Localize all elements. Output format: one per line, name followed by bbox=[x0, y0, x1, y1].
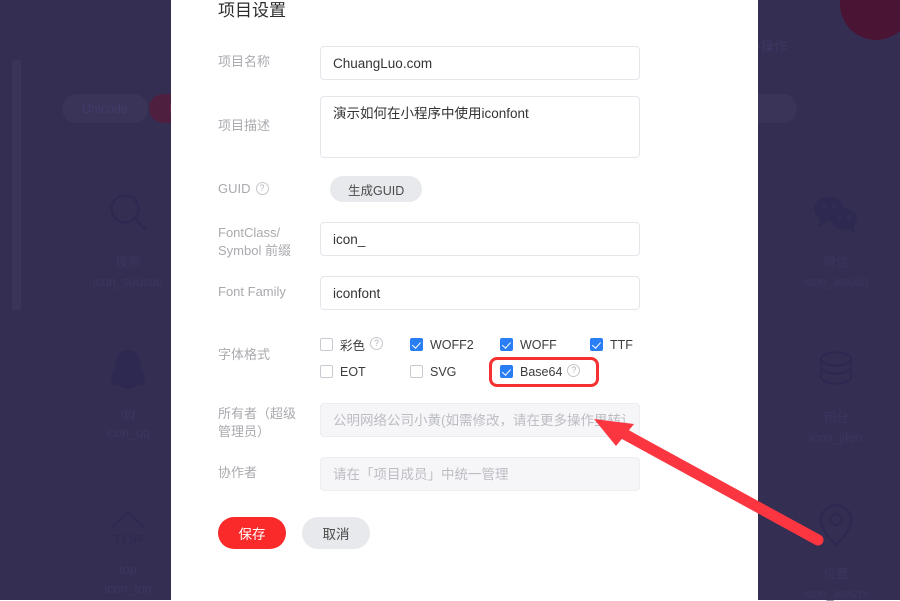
project-settings-form: 项目名称 项目描述 GUID? 生成GUID FontClass/ bbox=[218, 46, 718, 549]
field-row-font-family: Font Family bbox=[218, 276, 718, 310]
font-format-checkbox-grid: 彩色 ? WOFF2 WOFF TTF EOT SVG Base64 ? bbox=[320, 328, 640, 387]
checkbox-caise[interactable]: 彩色 ? bbox=[320, 335, 410, 354]
label-project-name: 项目名称 bbox=[218, 54, 271, 69]
label-project-description: 项目描述 bbox=[218, 118, 271, 133]
icon-label-en: icon_weixin bbox=[803, 275, 869, 289]
dialog-actions: 保存 取消 bbox=[218, 517, 718, 549]
checkbox-base64[interactable]: Base64 ? bbox=[489, 356, 599, 387]
label-owner-line2: 管理员） bbox=[218, 424, 271, 439]
checkbox-label-svg: SVG bbox=[430, 364, 457, 379]
field-row-project-name: 项目名称 bbox=[218, 46, 718, 80]
label-prefix-line1: FontClass/ bbox=[218, 225, 281, 240]
project-settings-dialog: 项目设置 项目名称 项目描述 GUID? 生成GUID bbox=[171, 0, 758, 600]
location-pin-icon bbox=[761, 487, 900, 549]
checkbox-box-ttf[interactable] bbox=[590, 338, 603, 351]
font-format-row-1: 彩色 ? WOFF2 WOFF TTF bbox=[320, 331, 640, 358]
collaborator-input bbox=[320, 457, 640, 491]
checkbox-box-caise[interactable] bbox=[320, 338, 333, 351]
label-guid-text: GUID bbox=[218, 181, 251, 196]
project-description-textarea[interactable] bbox=[320, 96, 640, 158]
checkbox-label-eot: EOT bbox=[340, 364, 366, 379]
label-font-format: 字体格式 bbox=[218, 347, 271, 362]
owner-input bbox=[320, 403, 640, 437]
checkbox-label-caise: 彩色 bbox=[340, 339, 366, 353]
checkbox-ttf[interactable]: TTF bbox=[590, 338, 650, 352]
icon-label-en: icon_weizhi bbox=[803, 587, 869, 601]
checkbox-label-woff: WOFF bbox=[520, 337, 557, 352]
guid-help-icon[interactable]: ? bbox=[255, 182, 269, 196]
checkbox-box-eot[interactable] bbox=[320, 365, 333, 378]
icon-label-cn: 微信 bbox=[823, 255, 849, 269]
prefix-input[interactable] bbox=[320, 222, 640, 256]
checkbox-svg[interactable]: SVG bbox=[410, 365, 500, 379]
label-font-family: Font Family bbox=[218, 284, 286, 299]
generate-guid-button[interactable]: 生成GUID bbox=[330, 176, 423, 202]
font-family-input[interactable] bbox=[320, 276, 640, 310]
label-owner: 所有者（超级 管理员） bbox=[218, 403, 320, 441]
field-row-guid: GUID? 生成GUID bbox=[218, 176, 718, 202]
checkbox-box-base64[interactable] bbox=[500, 365, 513, 378]
checkbox-box-woff[interactable] bbox=[500, 338, 513, 351]
label-prefix-line2: Symbol 前缀 bbox=[218, 243, 291, 258]
dialog-title: 项目设置 bbox=[218, 1, 286, 20]
icon-label-en: icon_jifen bbox=[809, 431, 863, 445]
field-row-collaborator: 协作者 bbox=[218, 457, 718, 491]
caise-help-icon[interactable]: ? bbox=[370, 337, 384, 350]
checkbox-woff2[interactable]: WOFF2 bbox=[410, 338, 500, 352]
label-owner-line1: 所有者（超级 bbox=[218, 406, 297, 421]
save-button[interactable]: 保存 bbox=[218, 517, 286, 549]
field-row-font-format: 字体格式 彩色 ? WOFF2 WOFF TTF EOT SVG Base64 … bbox=[218, 328, 718, 387]
project-name-input[interactable] bbox=[320, 46, 640, 80]
svg-text:TOP: TOP bbox=[113, 532, 144, 549]
label-collaborator: 协作者 bbox=[218, 465, 258, 480]
base64-help-icon[interactable]: ? bbox=[567, 364, 581, 377]
icon-cell-jifen[interactable]: 积分 icon_jifen bbox=[761, 331, 900, 445]
checkbox-label-base64: Base64 bbox=[520, 364, 563, 379]
checkbox-eot[interactable]: EOT bbox=[320, 365, 410, 379]
checkbox-label-woff2: WOFF2 bbox=[430, 337, 474, 352]
label-guid: GUID? bbox=[218, 176, 320, 198]
field-row-owner: 所有者（超级 管理员） bbox=[218, 403, 718, 441]
label-prefix: FontClass/ Symbol 前缀 bbox=[218, 222, 320, 260]
icon-label-cn: 积分 bbox=[823, 411, 849, 425]
icon-label-cn: 位置 bbox=[823, 567, 849, 581]
icon-cell-weixin[interactable]: 微信 icon_weixin bbox=[761, 175, 900, 289]
coins-icon bbox=[761, 331, 900, 393]
field-row-prefix: FontClass/ Symbol 前缀 bbox=[218, 222, 718, 260]
checkbox-woff[interactable]: WOFF bbox=[500, 338, 590, 352]
checkbox-box-woff2[interactable] bbox=[410, 338, 423, 351]
checkbox-label-ttf: TTF bbox=[610, 337, 633, 352]
checkbox-box-svg[interactable] bbox=[410, 365, 423, 378]
icon-cell-weizhi[interactable]: 位置 icon_weizhi bbox=[761, 487, 900, 601]
wechat-icon bbox=[761, 175, 900, 237]
field-row-project-description: 项目描述 bbox=[218, 96, 718, 158]
cancel-button[interactable]: 取消 bbox=[302, 517, 370, 549]
font-format-row-2: EOT SVG Base64 ? bbox=[320, 356, 640, 387]
